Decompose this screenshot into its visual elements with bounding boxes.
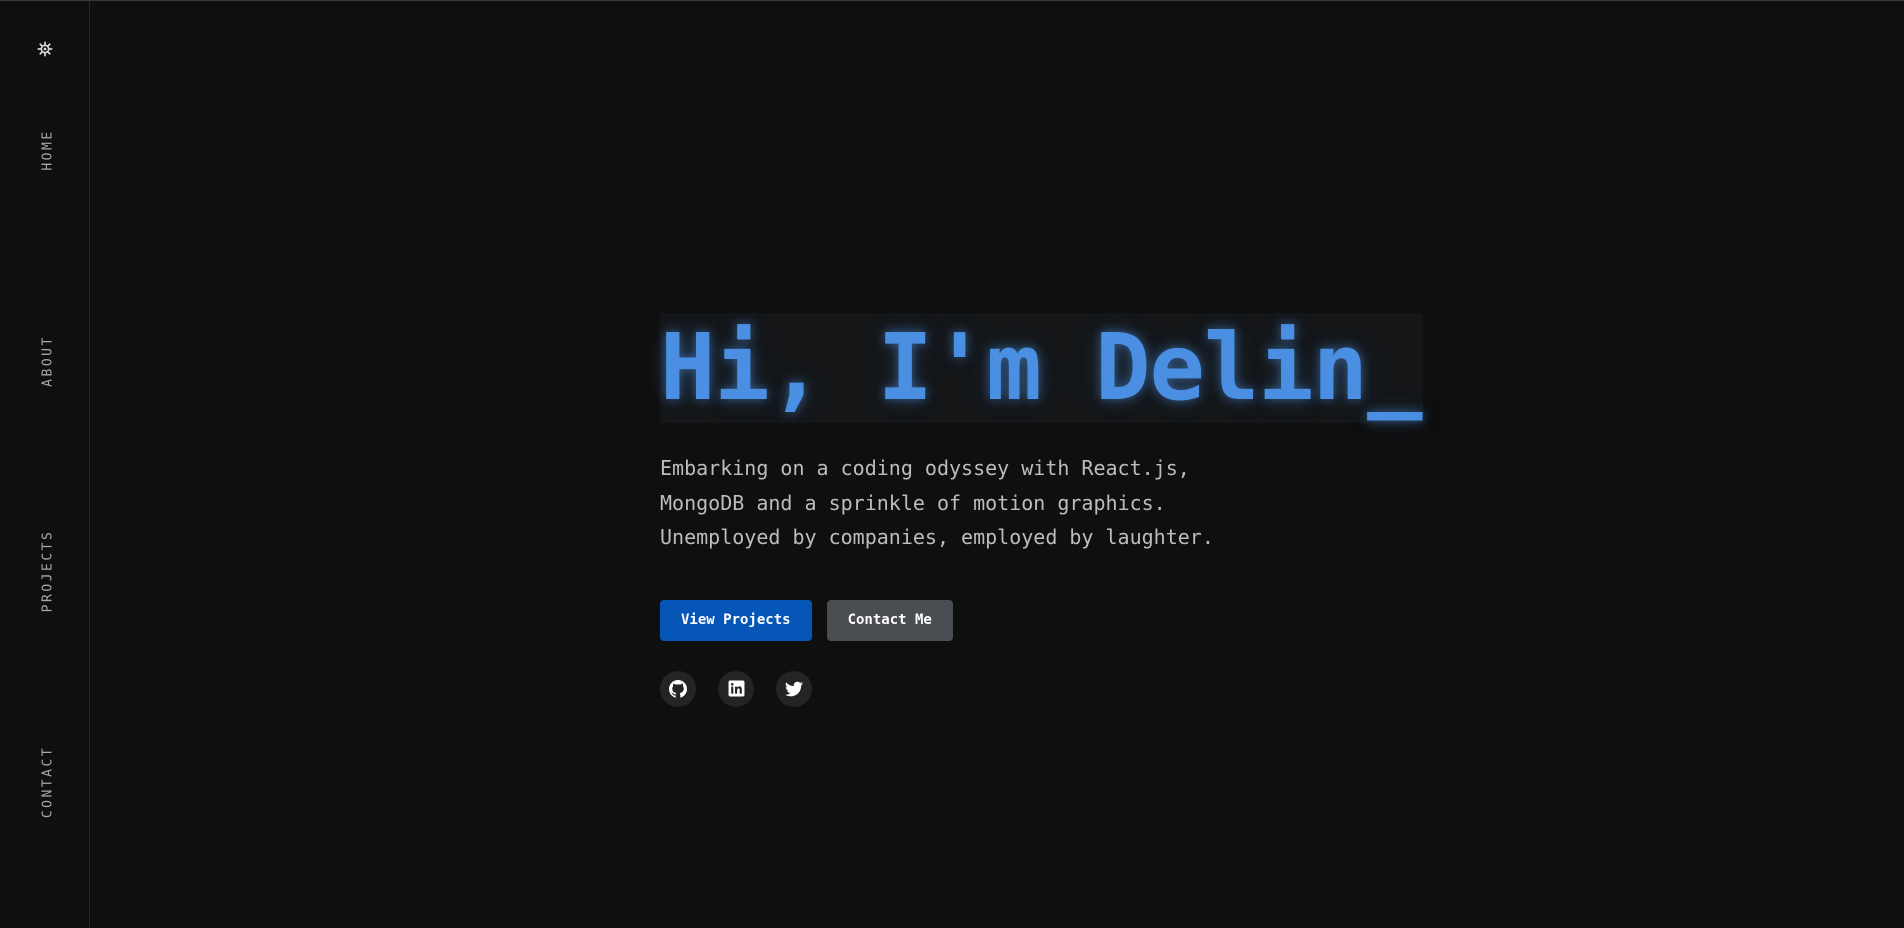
hero-tagline: Embarking on a coding odyssey with React…: [660, 456, 1214, 549]
twitter-icon: [785, 681, 803, 696]
headline-text: Hi, I'm Delin: [660, 314, 1368, 421]
nav-item-home[interactable]: HOME: [41, 129, 56, 170]
sidebar: HOME ABOUT PROJECTS CONTACT: [0, 1, 90, 928]
contact-me-button[interactable]: Contact Me: [826, 599, 953, 641]
social-links: [660, 670, 1420, 707]
gear-icon: [37, 41, 53, 57]
github-link[interactable]: [660, 670, 696, 707]
nav-item-contact[interactable]: CONTACT: [41, 746, 56, 818]
linkedin-icon: [728, 680, 744, 697]
nav-item-about[interactable]: ABOUT: [41, 335, 56, 387]
linkedin-link[interactable]: [718, 670, 754, 707]
theme-toggle-button[interactable]: [35, 39, 55, 59]
github-icon: [669, 679, 687, 698]
hero-headline: Hi, I'm Delin_: [660, 313, 1424, 423]
hero-section: Hi, I'm Delin_ Embarking on a coding ody…: [660, 313, 1424, 707]
typing-cursor: _: [1367, 314, 1422, 421]
nav-item-projects[interactable]: PROJECTS: [41, 530, 56, 613]
page: HOME ABOUT PROJECTS CONTACT Hi, I'm Deli…: [0, 0, 1904, 928]
cta-buttons: View Projects Contact Me: [660, 599, 1420, 641]
twitter-link[interactable]: [776, 670, 812, 707]
view-projects-button[interactable]: View Projects: [660, 599, 812, 641]
